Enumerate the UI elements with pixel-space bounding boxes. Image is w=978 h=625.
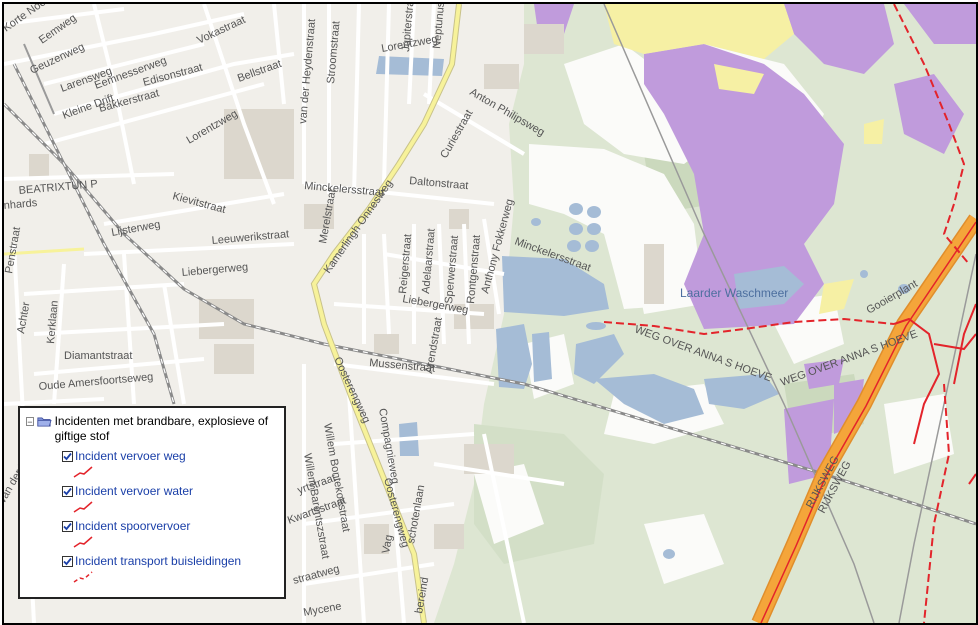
line-swatch-icon bbox=[73, 536, 93, 548]
line-swatch-icon bbox=[73, 466, 93, 478]
map-legend: − Incidenten met brandbare, explosieve o… bbox=[18, 406, 286, 599]
checkmark-icon bbox=[63, 522, 72, 530]
legend-item-road[interactable]: Incident vervoer weg bbox=[62, 449, 278, 479]
legend-item-rail[interactable]: Incident spoorvervoer bbox=[62, 519, 278, 549]
legend-item-label[interactable]: Incident vervoer weg bbox=[75, 449, 186, 463]
checkbox-rail[interactable] bbox=[62, 520, 73, 532]
legend-title: Incidenten met brandbare, explosieve of … bbox=[54, 414, 269, 443]
legend-group-header: − Incidenten met brandbare, explosieve o… bbox=[26, 414, 278, 444]
map-frame[interactable]: Korte Noorde Eemweg Geuzenweg Larensweg … bbox=[2, 2, 978, 625]
legend-item-label[interactable]: Incident spoorvervoer bbox=[75, 519, 190, 533]
checkmark-icon bbox=[63, 557, 72, 565]
checkbox-water[interactable] bbox=[62, 485, 73, 497]
legend-item-label[interactable]: Incident transport buisleidingen bbox=[75, 554, 241, 568]
dashed-line-swatch-icon bbox=[73, 571, 93, 583]
legend-item-pipeline[interactable]: Incident transport buisleidingen bbox=[62, 554, 278, 584]
checkmark-icon bbox=[63, 487, 72, 495]
line-swatch-icon bbox=[73, 501, 93, 513]
water-label: Laarder Waschmeer bbox=[680, 286, 788, 300]
collapse-toggle[interactable]: − bbox=[26, 417, 34, 427]
folder-icon bbox=[37, 417, 52, 427]
checkmark-icon bbox=[63, 452, 72, 460]
checkbox-road[interactable] bbox=[62, 450, 73, 462]
legend-item-water[interactable]: Incident vervoer water bbox=[62, 484, 278, 514]
legend-item-label[interactable]: Incident vervoer water bbox=[75, 484, 193, 498]
street-label: Diamantstraat bbox=[64, 350, 132, 362]
checkbox-pipeline[interactable] bbox=[62, 555, 73, 567]
